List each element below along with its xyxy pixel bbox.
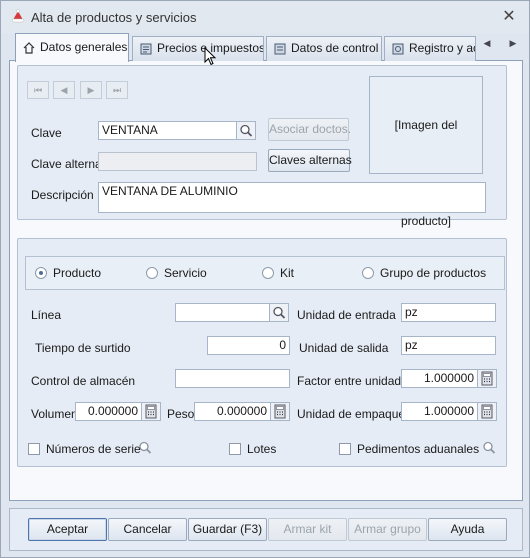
linea-input[interactable]	[175, 303, 270, 322]
nav-prev-button[interactable]: ◀	[53, 81, 75, 99]
unidad-salida-label: Unidad de salida	[299, 341, 389, 355]
radio-producto-label[interactable]: Producto	[53, 266, 101, 280]
ayuda-button[interactable]: Ayuda	[428, 518, 507, 541]
volumen-input[interactable]: 0.000000	[75, 402, 142, 421]
product-image-box[interactable]: [Imagen del producto]	[369, 76, 483, 228]
factor-unidades-label: Factor entre unidades	[297, 374, 414, 388]
factor-calculator-button[interactable]	[477, 369, 497, 388]
calculator-icon	[274, 404, 286, 419]
magnifier-icon	[240, 124, 253, 137]
magnifier-icon	[483, 441, 496, 454]
radio-kit[interactable]	[262, 267, 274, 279]
asociar-doctos-button[interactable]: Asociar doctos.	[268, 118, 351, 141]
aceptar-button[interactable]: Aceptar	[28, 518, 107, 541]
lotes-label[interactable]: Lotes	[247, 442, 276, 456]
peso-label: Peso	[167, 407, 195, 421]
magnifier-icon	[139, 441, 152, 454]
unidad-empaque-label: Unidad de empaque	[297, 407, 406, 421]
calculator-icon	[481, 371, 493, 386]
tab-strip: Datos generales Precios e impuestos Dato…	[9, 33, 523, 62]
volumen-label: Volumen	[31, 407, 78, 421]
clave-search-button[interactable]	[236, 121, 256, 140]
descripcion-textarea[interactable]: VENTANA DE ALUMINIO	[98, 182, 486, 213]
mouse-cursor-icon	[204, 47, 217, 66]
unidad-empaque-input[interactable]: 1.000000	[401, 402, 478, 421]
linea-label: Línea	[31, 308, 62, 322]
radio-grupo-productos[interactable]	[362, 267, 374, 279]
linea-search-button[interactable]	[269, 303, 289, 322]
pedimentos-checkbox[interactable]	[339, 443, 351, 455]
numeros-serie-search-button[interactable]	[136, 439, 156, 458]
home-icon	[23, 42, 35, 54]
tab-label: Datos de control	[291, 41, 379, 55]
close-icon[interactable]: ✕	[495, 6, 523, 28]
tiempo-surtido-input[interactable]: 0	[207, 336, 290, 355]
unidad-entrada-input[interactable]: pz	[401, 303, 496, 322]
cancelar-button[interactable]: Cancelar	[108, 518, 187, 541]
numeros-serie-checkbox[interactable]	[28, 443, 40, 455]
empaque-calculator-button[interactable]	[477, 402, 497, 421]
lotes-checkbox[interactable]	[229, 443, 241, 455]
armar-kit-button[interactable]: Armar kit	[268, 518, 347, 541]
radio-grupo-productos-label[interactable]: Grupo de productos	[380, 266, 486, 280]
clave-input[interactable]: VENTANA	[98, 121, 237, 140]
unidad-salida-input[interactable]: pz	[401, 336, 496, 355]
santa-hat-app-icon	[11, 9, 25, 23]
tab-datos-generales[interactable]: Datos generales	[15, 33, 129, 62]
title-bar: Alta de productos y servicios ✕	[1, 1, 529, 33]
unidad-entrada-label: Unidad de entrada	[297, 308, 396, 322]
control-almacen-input[interactable]	[175, 369, 290, 388]
claves-alternas-button[interactable]: Claves alternas	[268, 149, 352, 172]
radio-servicio-label[interactable]: Servicio	[164, 266, 207, 280]
pedimentos-search-button[interactable]	[480, 439, 500, 458]
nav-last-button[interactable]: ⏭	[106, 81, 128, 99]
tab-label: Registro y ac	[409, 41, 476, 55]
descripcion-label: Descripción	[31, 188, 94, 202]
nav-next-button[interactable]: ▶	[80, 81, 102, 99]
tab-label: Datos generales	[40, 40, 128, 54]
radio-kit-label[interactable]: Kit	[280, 266, 294, 280]
radio-servicio[interactable]	[146, 267, 158, 279]
volumen-calculator-button[interactable]	[141, 402, 161, 421]
clave-alterna-label: Clave alterna	[31, 157, 102, 171]
guardar-button[interactable]: Guardar (F3)	[188, 518, 267, 541]
clave-alterna-input[interactable]	[98, 152, 257, 171]
price-list-icon	[140, 43, 152, 55]
peso-calculator-button[interactable]	[270, 402, 290, 421]
nav-first-button[interactable]: ⏮	[27, 81, 49, 99]
calculator-icon	[145, 404, 157, 419]
calculator-icon	[481, 404, 493, 419]
armar-grupo-button[interactable]: Armar grupo	[348, 518, 427, 541]
tiempo-surtido-label: Tiempo de surtido	[35, 341, 131, 355]
pedimentos-label[interactable]: Pedimentos aduanales	[357, 442, 479, 456]
factor-unidades-input[interactable]: 1.000000	[401, 369, 478, 388]
peso-input[interactable]: 0.000000	[194, 402, 271, 421]
radio-producto[interactable]	[35, 267, 47, 279]
control-almacen-label: Control de almacén	[31, 374, 136, 388]
clave-label: Clave	[31, 126, 62, 140]
tab-registro[interactable]: Registro y ac	[384, 36, 476, 61]
numeros-serie-label[interactable]: Números de serie	[46, 442, 141, 456]
magnifier-icon	[273, 306, 286, 319]
tab-precios-impuestos[interactable]: Precios e impuestos	[132, 36, 264, 61]
tab-scroll-right-icon[interactable]: ▶	[505, 33, 521, 53]
tab-scroll-left-icon[interactable]: ◀	[479, 33, 495, 53]
window-title: Alta de productos y servicios	[31, 10, 197, 25]
product-dialog-window: Alta de productos y servicios ✕ Datos ge…	[0, 0, 530, 558]
tab-datos-control[interactable]: Datos de control	[266, 36, 382, 61]
control-icon	[274, 43, 286, 55]
registry-icon	[392, 43, 404, 55]
